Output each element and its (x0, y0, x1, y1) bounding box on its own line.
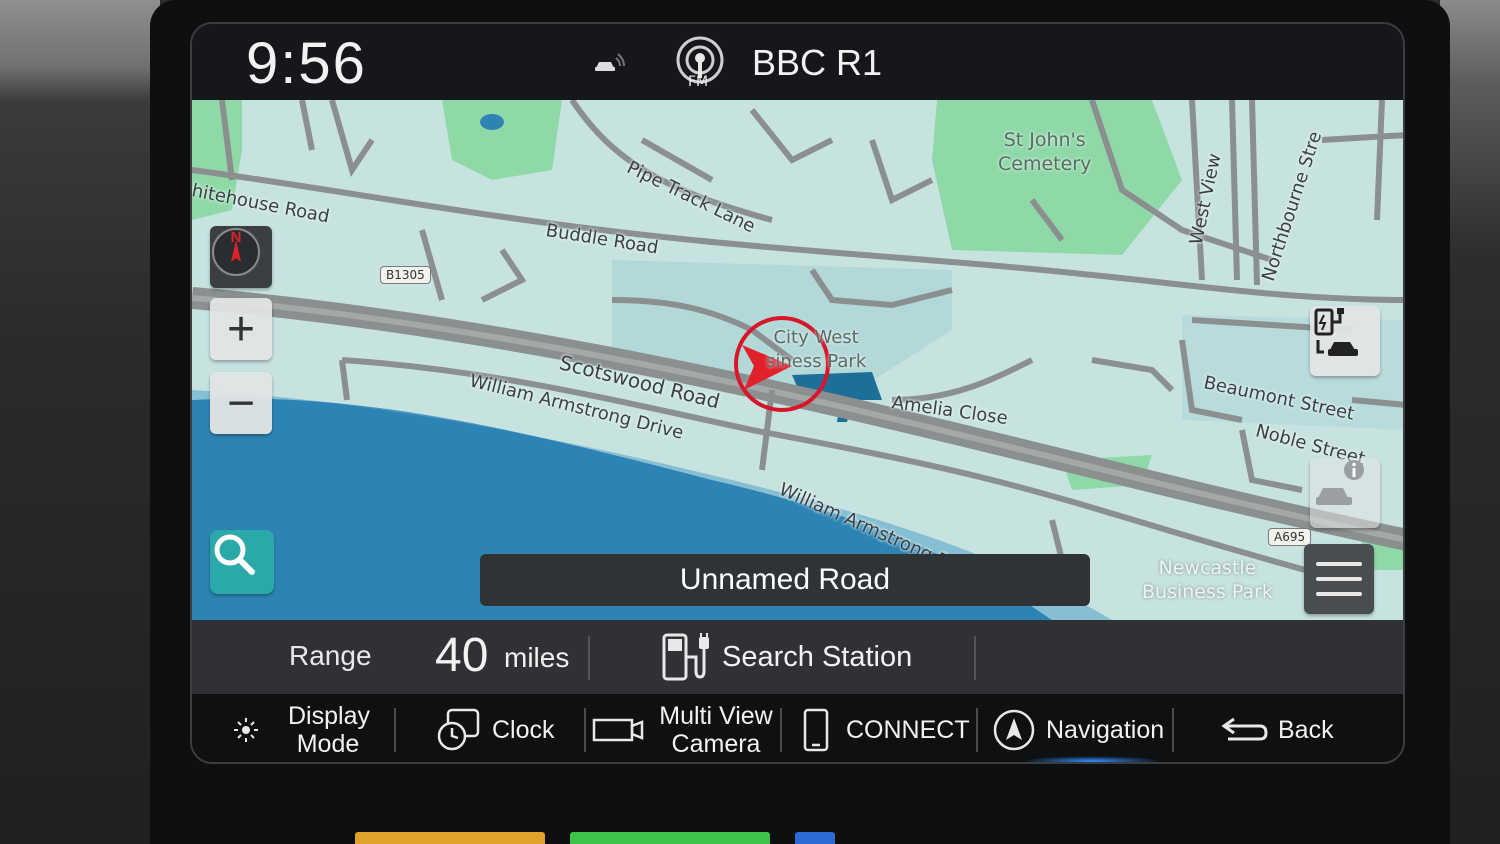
clock-button[interactable]: Clock (436, 694, 555, 762)
place-label-line: St John's (1003, 129, 1086, 151)
compass-letter: N (231, 229, 242, 246)
nav-divider (976, 708, 978, 752)
place-label-line: Newcastle (1158, 557, 1257, 579)
phone-icon (803, 708, 829, 752)
active-indicator (1022, 756, 1162, 762)
zoom-out-button[interactable]: − (210, 372, 272, 434)
clock-time: 9:56 (246, 31, 367, 96)
search-icon (214, 534, 255, 575)
multi-view-camera-button[interactable]: Multi View Camera (592, 694, 778, 762)
zoom-out-icon: − (226, 376, 256, 430)
compass-button[interactable]: N (210, 226, 272, 288)
fm-radio-icon: FM (672, 36, 728, 92)
divider (588, 636, 590, 680)
ev-range-bar: Range 40 miles Search Station (192, 620, 1403, 694)
place-label-line: Cemetery (998, 153, 1092, 175)
hardware-button-amber[interactable] (355, 832, 545, 844)
compass-icon: N (212, 228, 260, 276)
navigation-icon (993, 709, 1035, 751)
connect-button[interactable]: CONNECT (802, 694, 970, 762)
radio-station: BBC R1 (752, 42, 883, 83)
bottom-nav: Display Mode Clock Multi View Camera CON… (192, 694, 1403, 762)
place-label-cemetery: St John's Cemetery (998, 128, 1091, 176)
range-unit: miles (504, 642, 570, 673)
zoom-in-button[interactable]: + (210, 298, 272, 360)
back-button[interactable]: Back (1220, 694, 1334, 762)
display-mode-label: Display Mode (288, 702, 370, 758)
map-search-button[interactable] (210, 530, 274, 594)
current-road-banner: Unnamed Road (480, 554, 1090, 606)
fm-label: FM (688, 74, 709, 90)
connect-label: CONNECT (846, 716, 970, 744)
navigation-label: Navigation (1046, 716, 1165, 744)
place-label-line: siness Park (766, 351, 867, 372)
place-label-line: Business Park (1142, 581, 1273, 603)
navigation-button[interactable]: Navigation (992, 694, 1165, 762)
hardware-button-blue[interactable] (795, 832, 835, 844)
range-value: 40 (435, 629, 489, 682)
divider (974, 636, 976, 680)
dashboard-left (0, 0, 160, 844)
back-arrow-icon (1221, 717, 1268, 741)
range-label: Range (289, 640, 372, 671)
road-shield: A695 (1268, 528, 1312, 546)
clock-label: Clock (492, 716, 555, 744)
navigation-map[interactable]: hitehouse Road Buddle Road Pipe Track La… (192, 100, 1403, 620)
status-bar: 9:56 FM BBC R1 (192, 24, 1403, 100)
ev-charging-icon (1314, 308, 1358, 356)
nav-divider (1172, 708, 1174, 752)
display-mode-button[interactable]: Display Mode (234, 694, 370, 762)
park-area (442, 100, 562, 180)
search-station-label: Search Station (722, 640, 913, 673)
hardware-button-green[interactable] (570, 832, 770, 844)
ev-charging-button[interactable] (1310, 306, 1380, 376)
place-label-newcastle: Newcastle Business Park (1142, 556, 1273, 604)
map-menu-button[interactable] (1304, 544, 1374, 614)
back-label: Back (1278, 716, 1334, 744)
display-mode-icon (234, 718, 278, 742)
info-button[interactable] (1310, 458, 1380, 528)
place-label-line: City West (773, 327, 859, 348)
nav-divider (584, 708, 586, 752)
pond (480, 114, 504, 130)
zoom-in-icon: + (226, 302, 256, 356)
charging-station-icon (662, 633, 709, 681)
info-icon (1316, 460, 1364, 505)
place-label-city-west: City West siness Park (766, 326, 866, 374)
infotainment-screen: 9:56 FM BBC R1 hitehouse Road Buddle Roa… (190, 22, 1405, 764)
nav-divider (780, 708, 782, 752)
nav-divider (394, 708, 396, 752)
clock-icon (437, 708, 480, 751)
car-link-icon (595, 53, 625, 71)
multi-view-camera-label: Multi View Camera (659, 702, 773, 758)
road-shield: B1305 (380, 266, 431, 284)
search-station-button[interactable]: Search Station (660, 630, 912, 684)
camera-icon (592, 718, 644, 742)
